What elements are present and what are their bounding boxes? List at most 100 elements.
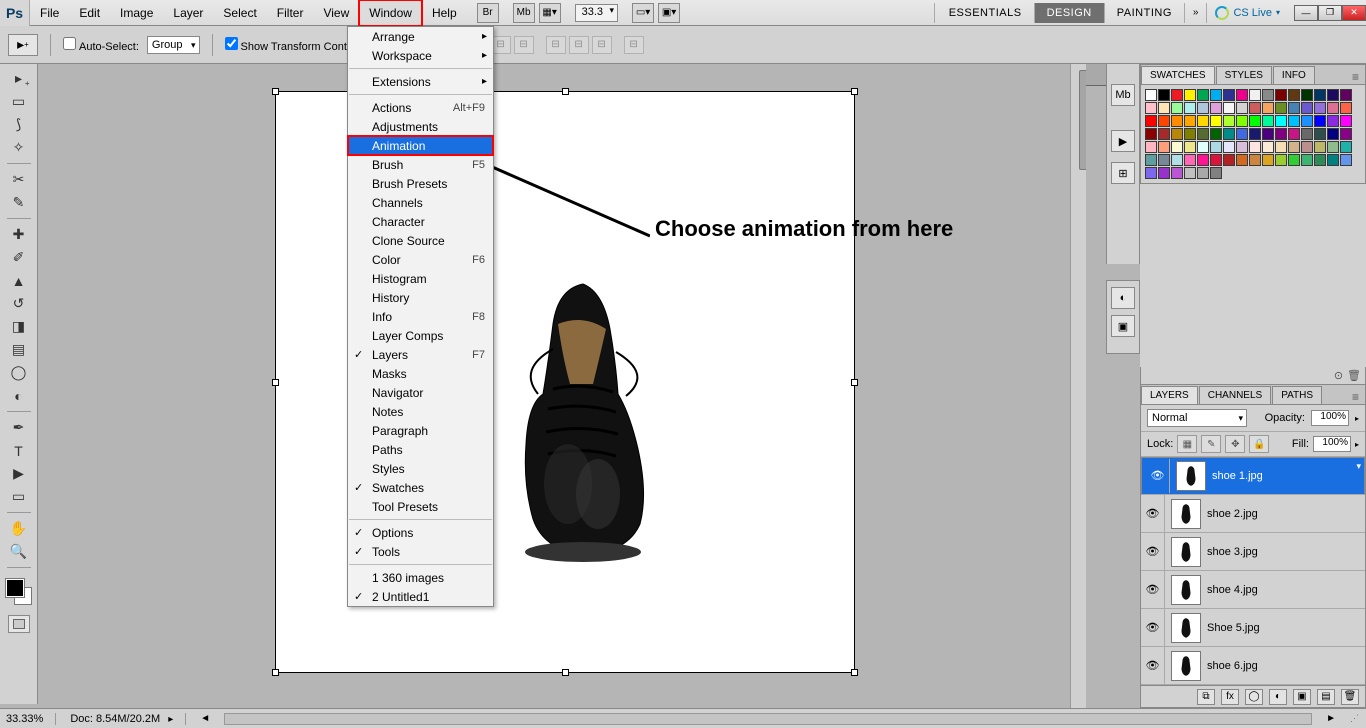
- screen-mode-icon[interactable]: ▦▾: [539, 3, 561, 23]
- blend-mode-select[interactable]: Normal: [1147, 409, 1247, 427]
- new-layer-icon[interactable]: ▤: [1317, 689, 1335, 705]
- swatch[interactable]: [1210, 154, 1222, 166]
- menu-item-history[interactable]: History: [348, 288, 493, 307]
- swatch[interactable]: [1145, 154, 1157, 166]
- view-extras-icon[interactable]: ▭▾: [632, 3, 654, 23]
- swatch[interactable]: [1327, 128, 1339, 140]
- swatch[interactable]: [1145, 102, 1157, 114]
- move-tool-icon[interactable]: ▸+: [5, 68, 33, 89]
- pen-tool-icon[interactable]: ✒: [5, 417, 33, 438]
- hscroll-left-icon[interactable]: ◄: [200, 713, 210, 724]
- masks-dock-icon[interactable]: ▣: [1111, 315, 1135, 337]
- panel-menu-icon[interactable]: ≡: [1346, 390, 1365, 404]
- swatch[interactable]: [1249, 141, 1261, 153]
- lock-all-icon[interactable]: 🔒: [1249, 435, 1269, 453]
- bridge-icon[interactable]: Br: [477, 3, 499, 23]
- menu-item-workspace[interactable]: Workspace: [348, 46, 493, 65]
- swatch[interactable]: [1236, 115, 1248, 127]
- paths-tab[interactable]: PATHS: [1272, 386, 1322, 404]
- path-select-tool-icon[interactable]: ▶: [5, 463, 33, 484]
- swatch[interactable]: [1197, 89, 1209, 101]
- channels-tab[interactable]: CHANNELS: [1199, 386, 1271, 404]
- gradient-tool-icon[interactable]: ▤: [5, 339, 33, 360]
- swatch[interactable]: [1197, 167, 1209, 179]
- menu-item-animation[interactable]: Animation: [348, 136, 493, 155]
- swatch[interactable]: [1158, 115, 1170, 127]
- layer-row[interactable]: 👁shoe 4.jpg: [1141, 571, 1365, 609]
- swatch[interactable]: [1301, 89, 1313, 101]
- swatch[interactable]: [1340, 102, 1352, 114]
- layer-row[interactable]: 👁Shoe 5.jpg: [1141, 609, 1365, 647]
- workspace-more-icon[interactable]: »: [1185, 7, 1207, 18]
- stamp-tool-icon[interactable]: ▲: [5, 270, 33, 291]
- swatch[interactable]: [1171, 128, 1183, 140]
- swatch[interactable]: [1327, 141, 1339, 153]
- swatch[interactable]: [1210, 128, 1222, 140]
- menu-item-character[interactable]: Character: [348, 212, 493, 231]
- type-tool-icon[interactable]: T: [5, 440, 33, 461]
- healing-tool-icon[interactable]: ✚: [5, 224, 33, 245]
- swatch[interactable]: [1171, 89, 1183, 101]
- fill-field[interactable]: 100%: [1313, 436, 1351, 452]
- quickmask-icon[interactable]: [8, 615, 30, 633]
- lock-transparent-icon[interactable]: ▦: [1177, 435, 1197, 453]
- swatch[interactable]: [1210, 102, 1222, 114]
- menu-item-notes[interactable]: Notes: [348, 402, 493, 421]
- swatch[interactable]: [1158, 154, 1170, 166]
- swatch[interactable]: [1249, 154, 1261, 166]
- swatch[interactable]: [1288, 154, 1300, 166]
- swatch[interactable]: [1158, 89, 1170, 101]
- menu-item-tool-presets[interactable]: Tool Presets: [348, 497, 493, 516]
- status-zoom[interactable]: 33.33%: [6, 713, 56, 725]
- crop-tool-icon[interactable]: ✂: [5, 169, 33, 190]
- swatch[interactable]: [1249, 89, 1261, 101]
- trash-small-icon[interactable]: 🗑: [1347, 369, 1361, 382]
- menu-file[interactable]: File: [30, 0, 69, 26]
- opacity-field[interactable]: 100%: [1311, 410, 1349, 426]
- menu-item-masks[interactable]: Masks: [348, 364, 493, 383]
- menu-item-clone-source[interactable]: Clone Source: [348, 231, 493, 250]
- magic-wand-tool-icon[interactable]: ✧: [5, 137, 33, 158]
- swatch[interactable]: [1275, 154, 1287, 166]
- swatch[interactable]: [1236, 89, 1248, 101]
- info-tab[interactable]: INFO: [1273, 66, 1315, 84]
- menu-item-2-untitled1[interactable]: ✓2 Untitled1: [348, 587, 493, 606]
- group-icon[interactable]: ▣: [1293, 689, 1311, 705]
- menu-item-color[interactable]: ColorF6: [348, 250, 493, 269]
- swatch[interactable]: [1340, 154, 1352, 166]
- menu-window[interactable]: Window: [359, 0, 422, 26]
- swatch[interactable]: [1301, 128, 1313, 140]
- horizontal-scrollbar[interactable]: [224, 713, 1312, 725]
- workspace-painting[interactable]: PAINTING: [1105, 3, 1185, 23]
- swatch[interactable]: [1327, 154, 1339, 166]
- menu-layer[interactable]: Layer: [163, 0, 213, 26]
- swatch[interactable]: [1223, 115, 1235, 127]
- swatch[interactable]: [1275, 102, 1287, 114]
- swatch[interactable]: [1184, 167, 1196, 179]
- menu-item-paragraph[interactable]: Paragraph: [348, 421, 493, 440]
- swatch[interactable]: [1262, 141, 1274, 153]
- panel-opts-icon[interactable]: ⊙: [1334, 369, 1343, 382]
- swatch[interactable]: [1197, 102, 1209, 114]
- swatch[interactable]: [1158, 167, 1170, 179]
- minibridge-dock-icon[interactable]: Mb: [1111, 84, 1135, 106]
- swatch[interactable]: [1171, 167, 1183, 179]
- layer-row[interactable]: 👁shoe 1.jpg: [1141, 457, 1365, 495]
- swatch[interactable]: [1275, 141, 1287, 153]
- swatch[interactable]: [1314, 89, 1326, 101]
- move-tool-preset[interactable]: ▸+: [8, 34, 38, 56]
- maximize-button[interactable]: ❐: [1318, 5, 1342, 21]
- lock-position-icon[interactable]: ✥: [1225, 435, 1245, 453]
- swatch[interactable]: [1301, 141, 1313, 153]
- menu-item-styles[interactable]: Styles: [348, 459, 493, 478]
- visibility-icon[interactable]: 👁: [1141, 533, 1165, 570]
- swatch[interactable]: [1145, 115, 1157, 127]
- swatch[interactable]: [1340, 128, 1352, 140]
- swatch[interactable]: [1210, 167, 1222, 179]
- hscroll-right-icon[interactable]: ►: [1326, 713, 1336, 724]
- swatch[interactable]: [1223, 141, 1235, 153]
- resize-grip[interactable]: ⋰: [1350, 713, 1360, 724]
- doc-arrange-icon[interactable]: ▣▾: [658, 3, 680, 23]
- visibility-icon[interactable]: 👁: [1141, 571, 1165, 608]
- swatch[interactable]: [1171, 154, 1183, 166]
